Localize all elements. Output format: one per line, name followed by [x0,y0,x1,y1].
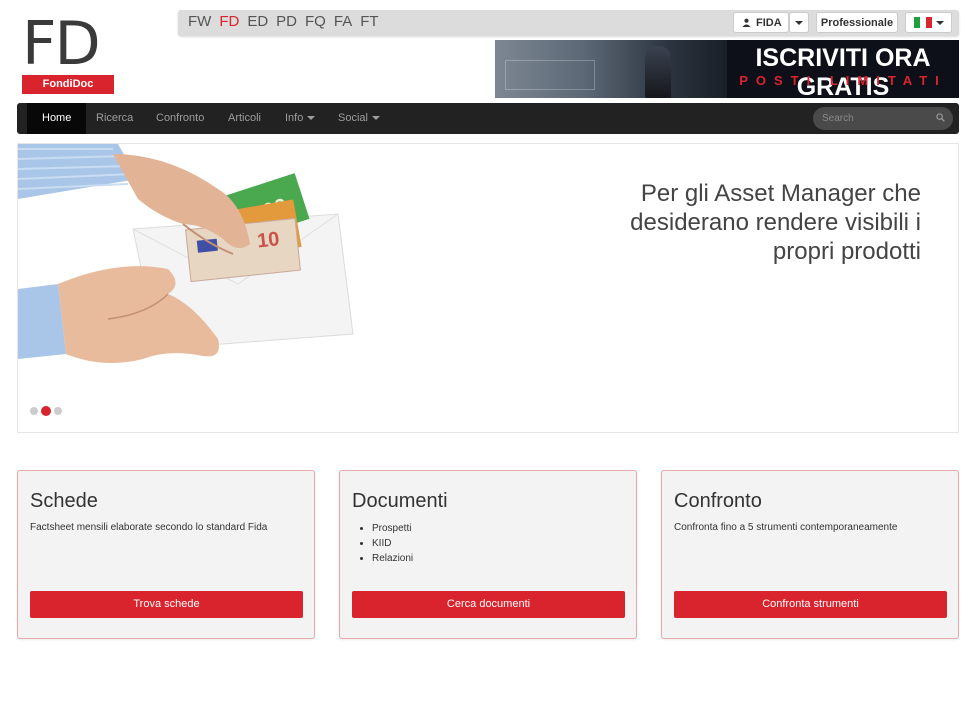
nav-home[interactable]: Home [27,103,87,134]
chevron-down-icon [307,116,316,121]
ad-banner[interactable]: ISCRIVITI ORA GRATIS POSTI LIMITATI [495,40,959,98]
card-description: Factsheet mensili elaborate secondo lo s… [30,522,268,533]
italy-flag-icon [913,17,932,28]
hero-headline: Per gli Asset Manager che desiderano ren… [630,180,921,265]
site-link-ft[interactable]: FT [360,13,378,30]
user-icon [742,18,751,27]
carousel-dot-3[interactable] [54,407,62,415]
chevron-down-icon [935,20,944,25]
cerca-documenti-button[interactable]: Cerca documenti [352,591,625,618]
nav-articoli[interactable]: Articoli [228,103,261,134]
user-label: FIDA [756,16,782,29]
site-switcher-bar: FW FD ED PD FQ FA FT FIDA Professionale [178,10,959,36]
card-title: Confronto [674,490,762,512]
site-link-fw[interactable]: FW [188,13,211,30]
card-title: Documenti [352,490,448,512]
nav-info-label: Info [285,112,304,124]
logo-subtitle: FondiDoc [22,75,114,94]
card-schede: Schede Factsheet mensili elaborate secon… [17,470,315,639]
list-item: KIID [372,536,413,551]
language-selector[interactable] [905,12,952,33]
site-link-ed[interactable]: ED [247,13,268,30]
hero-money-envelope-image: 100 50 10 [18,144,354,363]
chevron-down-icon [795,20,803,25]
logo-letters: FD [22,9,101,79]
site-links: FW FD ED PD FQ FA FT [188,13,379,30]
search-icon[interactable] [936,113,945,122]
card-description: Confronta fino a 5 strumenti contemporan… [674,522,898,533]
user-button[interactable]: FIDA [733,12,789,33]
chevron-down-icon [371,116,380,121]
trova-schede-button[interactable]: Trova schede [30,591,303,618]
banner-subline: POSTI LIMITATI [739,73,947,88]
nav-info[interactable]: Info [285,103,316,134]
professional-button[interactable]: Professionale [816,12,898,33]
site-link-fd[interactable]: FD [219,13,239,30]
card-documenti: Documenti Prospetti KIID Relazioni Cerca… [339,470,637,639]
site-link-pd[interactable]: PD [276,13,297,30]
banner-image [495,40,727,98]
site-link-fq[interactable]: FQ [305,13,326,30]
svg-text:10: 10 [256,228,280,252]
nav-confronto[interactable]: Confronto [156,103,204,134]
nav-ricerca[interactable]: Ricerca [96,103,133,134]
carousel-indicators [30,406,62,416]
banner-headline: ISCRIVITI ORA GRATIS [755,44,931,98]
hero-carousel[interactable]: 100 50 10 Per gli Asset Manager che desi… [17,143,959,433]
site-logo[interactable]: FD FondiDoc [22,9,114,94]
card-confronto: Confronto Confronta fino a 5 strumenti c… [661,470,959,639]
nav-social[interactable]: Social [338,103,380,134]
carousel-dot-1[interactable] [30,407,38,415]
search-input[interactable] [813,107,953,130]
nav-social-label: Social [338,112,368,124]
card-title: Schede [30,490,98,512]
main-navbar: Home Ricerca Confronto Articoli Info Soc… [17,103,959,134]
carousel-dot-2[interactable] [41,406,51,416]
confronta-strumenti-button[interactable]: Confronta strumenti [674,591,947,618]
site-link-fa[interactable]: FA [334,13,352,30]
document-types-list: Prospetti KIID Relazioni [372,521,413,566]
user-dropdown-toggle[interactable] [789,12,809,33]
list-item: Prospetti [372,521,413,536]
list-item: Relazioni [372,551,413,566]
